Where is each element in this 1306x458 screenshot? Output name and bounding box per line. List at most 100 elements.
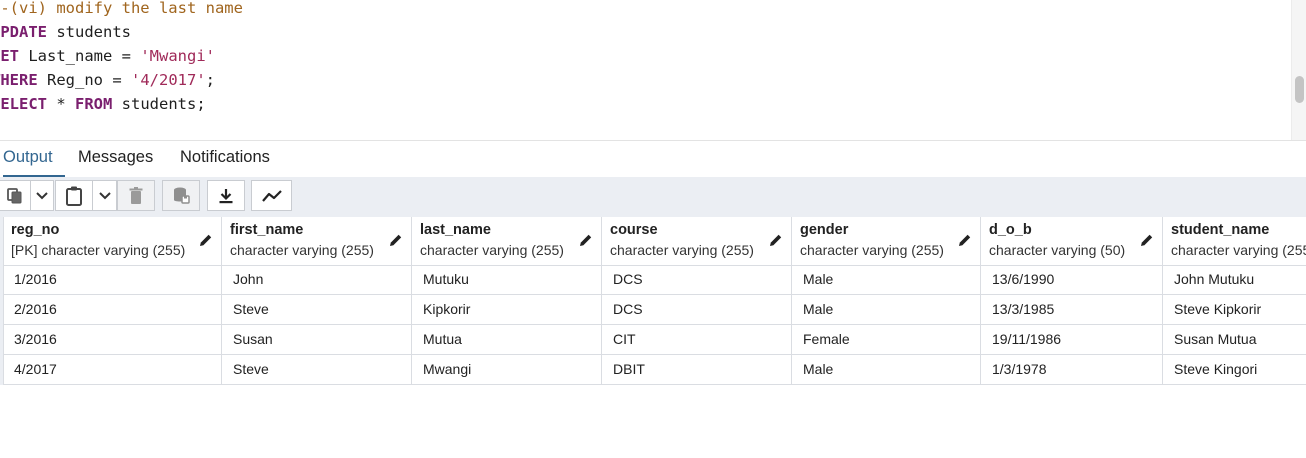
paste-options-button[interactable] [92, 180, 117, 211]
code-line[interactable]: UPDATE students [0, 20, 243, 44]
column-name: d_o_b [989, 222, 1032, 238]
graph-visualiser-button[interactable] [251, 180, 292, 211]
code-line[interactable]: --(vi) modify the last name [0, 0, 243, 20]
table-row[interactable]: 2/2016 Steve Kipkorir DCS Male 13/3/1985 Steve… [0, 295, 1306, 325]
column-type: [PK] character varying (255) [11, 242, 186, 258]
column-name: last_name [420, 222, 491, 238]
code-token-plain: Last_name = [19, 47, 141, 65]
column-header[interactable]: course character varying (255) [602, 217, 792, 265]
column-header[interactable]: reg_no [PK] character varying (255) [3, 217, 222, 265]
table-cell[interactable]: Mutua [412, 325, 602, 354]
table-cell[interactable]: Kipkorir [412, 295, 602, 324]
code-token-kw: SET [0, 47, 19, 65]
code-token-kw: FROM [75, 95, 113, 113]
column-header[interactable]: student_name character varying (255) [1163, 217, 1306, 265]
pencil-icon[interactable] [389, 233, 403, 252]
delete-button[interactable] [117, 180, 155, 211]
chevron-down-icon [36, 191, 48, 199]
table-cell[interactable]: Female [792, 325, 981, 354]
column-header[interactable]: gender character varying (255) [792, 217, 981, 265]
download-button[interactable] [207, 180, 245, 211]
column-header[interactable]: last_name character varying (255) [412, 217, 602, 265]
code-token-comment: --(vi) modify the last name [0, 0, 243, 17]
code-token-plain: ; [205, 71, 215, 89]
copy-options-button[interactable] [30, 180, 54, 211]
table-cell[interactable]: Steve [222, 295, 412, 324]
code-token-kw: WHERE [0, 71, 38, 89]
column-type: character varying (255) [610, 242, 754, 258]
table-cell[interactable]: 13/3/1985 [981, 295, 1163, 324]
table-cell[interactable]: Steve [222, 355, 412, 384]
tab-output[interactable]: Output [3, 148, 65, 178]
copy-icon [7, 187, 22, 203]
column-name: course [610, 222, 658, 238]
table-cell[interactable]: Mutuku [412, 265, 602, 294]
results-toolbar [0, 177, 1306, 218]
column-type: character varying (255) [420, 242, 564, 258]
graph-icon [261, 189, 282, 202]
table-row[interactable]: 1/2016 John Mutuku DCS Male 13/6/1990 John Mut… [0, 265, 1306, 295]
table-cell[interactable]: Susan Mutua [1163, 325, 1306, 354]
table-row[interactable]: 3/2016 Susan Mutua CIT Female 19/11/1986 Susan… [0, 325, 1306, 355]
editor-scrollbar[interactable] [1291, 0, 1306, 140]
copy-button[interactable] [0, 180, 31, 211]
table-cell[interactable]: 4/2017 [3, 355, 222, 384]
table-cell[interactable]: 1/3/1978 [981, 355, 1163, 384]
grid-header-row: reg_no [PK] character varying (255) first_… [0, 217, 1306, 266]
table-cell[interactable]: Susan [222, 325, 412, 354]
code-token-kw: SELECT [0, 95, 47, 113]
code-token-str: '4/2017' [131, 71, 206, 89]
code-area[interactable]: --(vi) modify the last name UPDATE studen… [0, 0, 243, 116]
code-token-plain: students [47, 23, 131, 41]
table-cell[interactable]: 2/2016 [3, 295, 222, 324]
pencil-icon[interactable] [769, 233, 783, 252]
code-line[interactable]: WHERE Reg_no = '4/2017'; [0, 68, 243, 92]
table-cell[interactable]: Steve Kipkorir [1163, 295, 1306, 324]
code-token-plain: students; [112, 95, 206, 113]
tab-notifications[interactable]: Notifications [180, 148, 270, 175]
pencil-icon[interactable] [199, 233, 213, 252]
pencil-icon[interactable] [579, 233, 593, 252]
table-cell[interactable]: DCS [602, 295, 792, 324]
pencil-icon[interactable] [958, 233, 972, 252]
column-type: character varying (255) [800, 242, 944, 258]
editor-scrollbar-thumb[interactable] [1295, 76, 1304, 103]
column-name: first_name [230, 222, 304, 238]
code-line[interactable]: SELECT * FROM students; [0, 92, 243, 116]
table-cell[interactable]: John Mutuku [1163, 265, 1306, 294]
save-data-button[interactable] [162, 180, 200, 211]
table-cell[interactable]: 19/11/1986 [981, 325, 1163, 354]
table-cell[interactable]: Male [792, 265, 981, 294]
paste-icon [66, 186, 82, 206]
chevron-down-icon [98, 191, 111, 199]
table-cell[interactable]: Male [792, 295, 981, 324]
column-type: character varying (255) [230, 242, 374, 258]
save-data-icon [174, 187, 190, 204]
table-cell[interactable]: 13/6/1990 [981, 265, 1163, 294]
table-cell[interactable]: DCS [602, 265, 792, 294]
paste-button[interactable] [55, 180, 93, 211]
table-cell[interactable]: Male [792, 355, 981, 384]
query-editor[interactable]: --(vi) modify the last name UPDATE studen… [0, 0, 1306, 140]
column-header[interactable]: first_name character varying (255) [222, 217, 412, 265]
table-cell[interactable]: 1/2016 [3, 265, 222, 294]
code-token-kw: UPDATE [0, 23, 47, 41]
tab-messages[interactable]: Messages [78, 148, 153, 175]
code-token-str: 'Mwangi' [140, 47, 215, 65]
table-cell[interactable]: John [222, 265, 412, 294]
code-token-plain: * [47, 95, 75, 113]
table-cell[interactable]: Mwangi [412, 355, 602, 384]
delete-icon [129, 186, 143, 204]
pencil-icon[interactable] [1140, 233, 1154, 252]
code-line[interactable]: SET Last_name = 'Mwangi' [0, 44, 243, 68]
row-gutter [0, 217, 4, 385]
table-row[interactable]: 4/2017 Steve Mwangi DBIT Male 1/3/1978 Steve K… [0, 355, 1306, 385]
table-cell[interactable]: 3/2016 [3, 325, 222, 354]
table-cell[interactable]: DBIT [602, 355, 792, 384]
column-header[interactable]: d_o_b character varying (50) [981, 217, 1163, 265]
table-cell[interactable]: Steve Kingori [1163, 355, 1306, 384]
column-type: character varying (50) [989, 242, 1126, 258]
result-tabs: Output Messages Notifications [0, 141, 1306, 178]
table-cell[interactable]: CIT [602, 325, 792, 354]
code-token-plain: Reg_no = [37, 71, 131, 89]
